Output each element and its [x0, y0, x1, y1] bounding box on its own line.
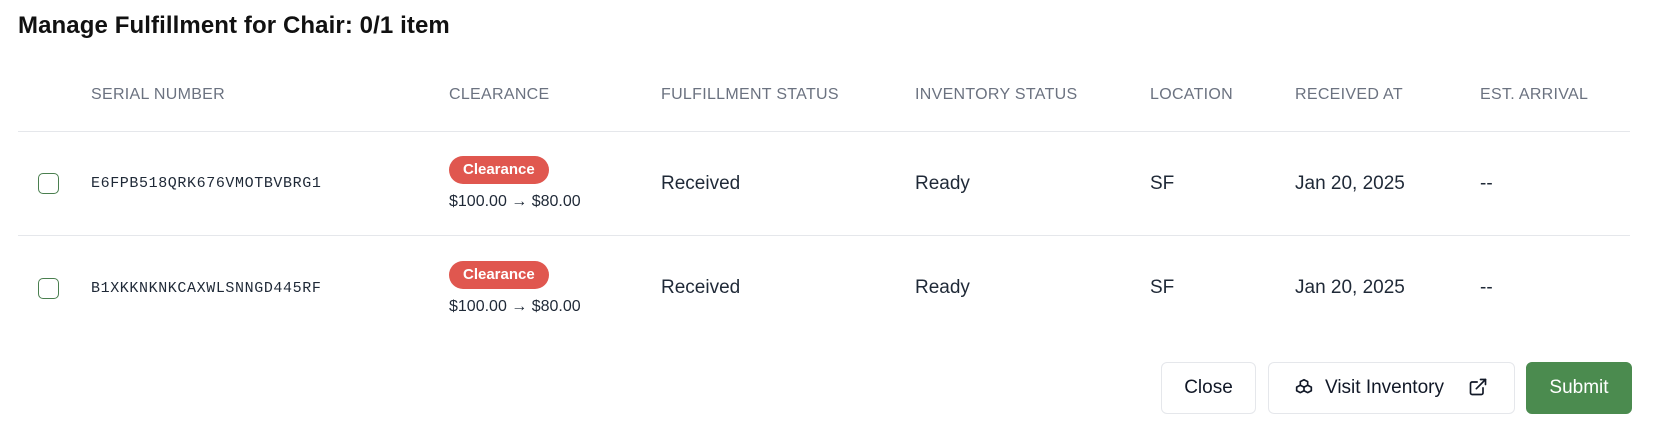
location: SF — [1150, 172, 1175, 194]
header-clearance: CLEARANCE — [449, 85, 550, 103]
received-at: Jan 20, 2025 — [1295, 277, 1405, 298]
received-at: Jan 20, 2025 — [1295, 172, 1405, 194]
boxes-icon — [1293, 377, 1315, 399]
fulfillment-table: SERIAL NUMBER CLEARANCE FULFILLMENT STAT… — [18, 72, 1630, 340]
submit-button[interactable]: Submit — [1526, 362, 1632, 414]
modal-title: Manage Fulfillment for Chair: 0/1 item — [18, 12, 450, 39]
row-checkbox[interactable] — [38, 277, 59, 299]
table-header: SERIAL NUMBER CLEARANCE FULFILLMENT STAT… — [18, 72, 1630, 132]
clearance-cell: Clearance $100.00 → $80.00 — [449, 236, 581, 340]
row-checkbox[interactable] — [38, 173, 59, 194]
clearance-badge: Clearance — [449, 260, 549, 289]
close-button-label: Close — [1184, 377, 1233, 398]
clearance-price: $100.00 → $80.00 — [449, 297, 581, 315]
header-inventory-status: INVENTORY STATUS — [915, 85, 1078, 103]
est-arrival: -- — [1480, 277, 1493, 298]
clearance-badge: Clearance — [449, 156, 549, 184]
header-location: LOCATION — [1150, 85, 1234, 103]
header-fulfillment-status: FULFILLMENT STATUS — [661, 85, 839, 103]
header-est-arrival: EST. ARRIVAL — [1480, 85, 1589, 103]
header-serial-number: SERIAL NUMBER — [91, 85, 226, 103]
inventory-status: Ready — [915, 172, 970, 194]
fulfillment-modal: Manage Fulfillment for Chair: 0/1 item S… — [0, 0, 1654, 424]
external-link-icon — [1468, 377, 1490, 399]
fulfillment-status: Received — [661, 172, 741, 194]
clearance-cell: Clearance $100.00 → $80.00 — [449, 132, 581, 235]
serial-number: B1XKKNKNKCAXWLSNNGD445RF — [91, 279, 322, 297]
table-row: E6FPB518QRK676VMOTBVBRG1 Clearance $100.… — [18, 132, 1630, 236]
close-button[interactable]: Close — [1161, 362, 1256, 414]
header-received-at: RECEIVED AT — [1295, 85, 1403, 103]
visit-inventory-label: Visit Inventory — [1325, 377, 1444, 398]
submit-button-label: Submit — [1549, 377, 1609, 398]
serial-number: E6FPB518QRK676VMOTBVBRG1 — [91, 175, 322, 192]
clearance-price: $100.00 → $80.00 — [449, 193, 581, 210]
fulfillment-status: Received — [661, 277, 741, 298]
inventory-status: Ready — [915, 277, 970, 298]
visit-inventory-button[interactable]: Visit Inventory — [1268, 362, 1515, 414]
location: SF — [1150, 277, 1175, 298]
table-row: B1XKKNKNKCAXWLSNNGD445RF Clearance $100.… — [18, 236, 1630, 340]
est-arrival: -- — [1480, 172, 1493, 194]
